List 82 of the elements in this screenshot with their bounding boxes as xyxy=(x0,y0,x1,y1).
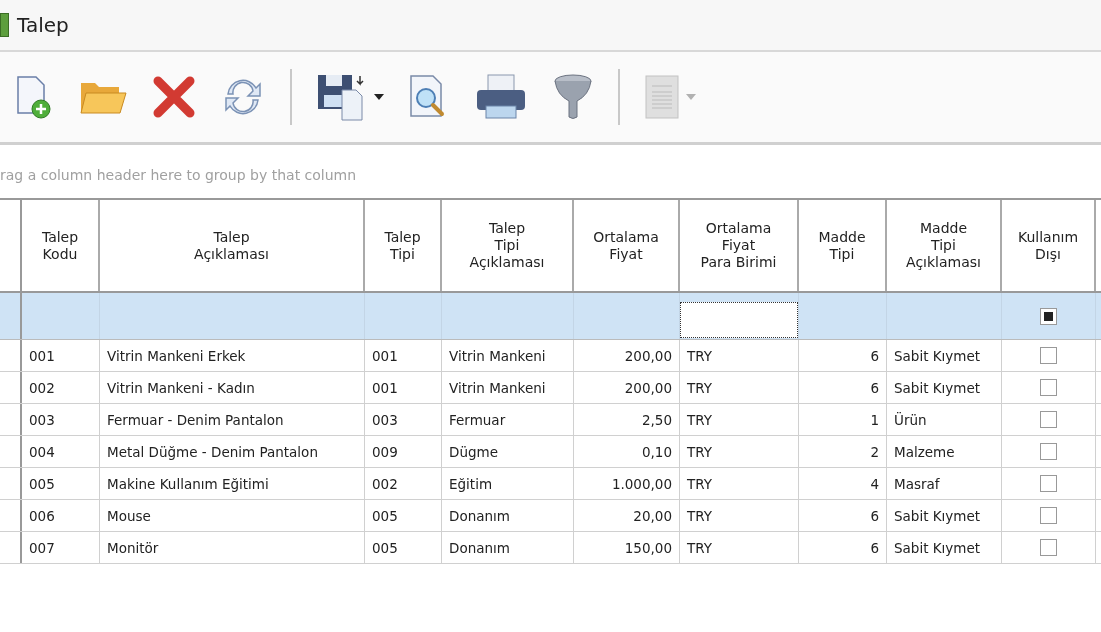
table-cell: Donanım xyxy=(442,532,574,563)
table-cell: 150,00 xyxy=(574,532,680,563)
table-cell: 006 xyxy=(22,500,100,531)
table-cell: 20,00 xyxy=(574,500,680,531)
table-cell: Vitrin Mankeni xyxy=(442,372,574,403)
table-cell: 1 xyxy=(799,404,887,435)
column-header[interactable]: Ortalama Fiyat Para Birimi xyxy=(680,200,799,291)
checkbox[interactable] xyxy=(1040,411,1057,428)
table-cell: Mouse xyxy=(100,500,365,531)
table-cell: Fermuar - Denim Pantalon xyxy=(100,404,365,435)
table-cell: 6 xyxy=(799,532,887,563)
table-cell: 003 xyxy=(365,404,442,435)
delete-icon[interactable] xyxy=(152,75,196,119)
table-cell: Makine Kullanım Eğitimi xyxy=(100,468,365,499)
table-cell: 007 xyxy=(22,532,100,563)
table-cell: Monitör xyxy=(100,532,365,563)
app-icon xyxy=(0,13,9,37)
column-header[interactable]: Talep Kodu xyxy=(22,200,100,291)
checkbox[interactable] xyxy=(1040,443,1057,460)
table-cell: 6 xyxy=(799,372,887,403)
group-panel-hint: rag a column header here to group by that column xyxy=(0,166,358,185)
table-cell: TRY xyxy=(680,500,799,531)
table-cell: Fermuar xyxy=(442,404,574,435)
printer-icon[interactable] xyxy=(474,73,528,121)
column-header[interactable]: Talep Tipi Açıklaması xyxy=(442,200,574,291)
table-cell: TRY xyxy=(680,404,799,435)
table-cell: 005 xyxy=(22,468,100,499)
table-cell: Metal Düğme - Denim Pantalon xyxy=(100,436,365,467)
table-cell: 005 xyxy=(365,532,442,563)
checkbox[interactable] xyxy=(1040,347,1057,364)
table-cell: Malzeme xyxy=(887,436,1002,467)
table-cell: Masraf xyxy=(887,468,1002,499)
table-cell: 1.000,00 xyxy=(574,468,680,499)
column-header[interactable]: Madde Tipi xyxy=(799,200,887,291)
table-cell: Vitrin Mankeni Erkek xyxy=(100,340,365,371)
column-header[interactable]: Talep Açıklaması xyxy=(100,200,365,291)
table-cell: 002 xyxy=(365,468,442,499)
checkbox[interactable] xyxy=(1040,507,1057,524)
table-cell: 2 xyxy=(799,436,887,467)
table-cell: 2,50 xyxy=(574,404,680,435)
table-cell: Vitrin Mankeni xyxy=(442,340,574,371)
column-header[interactable]: Talep Tipi xyxy=(365,200,442,291)
checkbox[interactable] xyxy=(1040,379,1057,396)
table-cell: TRY xyxy=(680,532,799,563)
table-cell: 0,10 xyxy=(574,436,680,467)
table-cell: 001 xyxy=(22,340,100,371)
table-cell: Dügme xyxy=(442,436,574,467)
table-cell: TRY xyxy=(680,468,799,499)
column-header[interactable]: Madde Tipi Açıklaması xyxy=(887,200,1002,291)
column-header[interactable]: Ortalama Fiyat xyxy=(574,200,680,291)
table-cell: 002 xyxy=(22,372,100,403)
table-cell: 005 xyxy=(365,500,442,531)
table-cell: Eğitim xyxy=(442,468,574,499)
table-cell: Sabit Kıymet xyxy=(887,340,1002,371)
table-cell: Vitrin Mankeni - Kadın xyxy=(100,372,365,403)
column-header[interactable]: Kullanım Dışı xyxy=(1002,200,1096,291)
filter-input-field[interactable] xyxy=(680,302,798,338)
table-cell: 009 xyxy=(365,436,442,467)
table-cell: 4 xyxy=(799,468,887,499)
new-document-icon[interactable] xyxy=(14,74,54,120)
table-cell: Donanım xyxy=(442,500,574,531)
table-cell: 200,00 xyxy=(574,340,680,371)
caret-icon[interactable] xyxy=(374,94,384,100)
table-cell: 6 xyxy=(799,340,887,371)
table-cell: 001 xyxy=(365,372,442,403)
table-cell: TRY xyxy=(680,340,799,371)
window-title: Talep xyxy=(17,13,69,37)
checkbox[interactable] xyxy=(1040,475,1057,492)
table-cell: TRY xyxy=(680,436,799,467)
table-cell: 004 xyxy=(22,436,100,467)
table-cell: 200,00 xyxy=(574,372,680,403)
table-cell: Sabit Kıymet xyxy=(887,500,1002,531)
checkbox[interactable] xyxy=(1040,539,1057,556)
table-cell: 001 xyxy=(365,340,442,371)
table-cell: 003 xyxy=(22,404,100,435)
table-cell: TRY xyxy=(680,372,799,403)
table-cell: Sabit Kıymet xyxy=(887,532,1002,563)
funnel-icon[interactable] xyxy=(552,72,594,122)
table-cell: 6 xyxy=(799,500,887,531)
table-cell: Ürün xyxy=(887,404,1002,435)
table-cell: Sabit Kıymet xyxy=(887,372,1002,403)
filter-checkbox[interactable] xyxy=(1040,307,1057,325)
